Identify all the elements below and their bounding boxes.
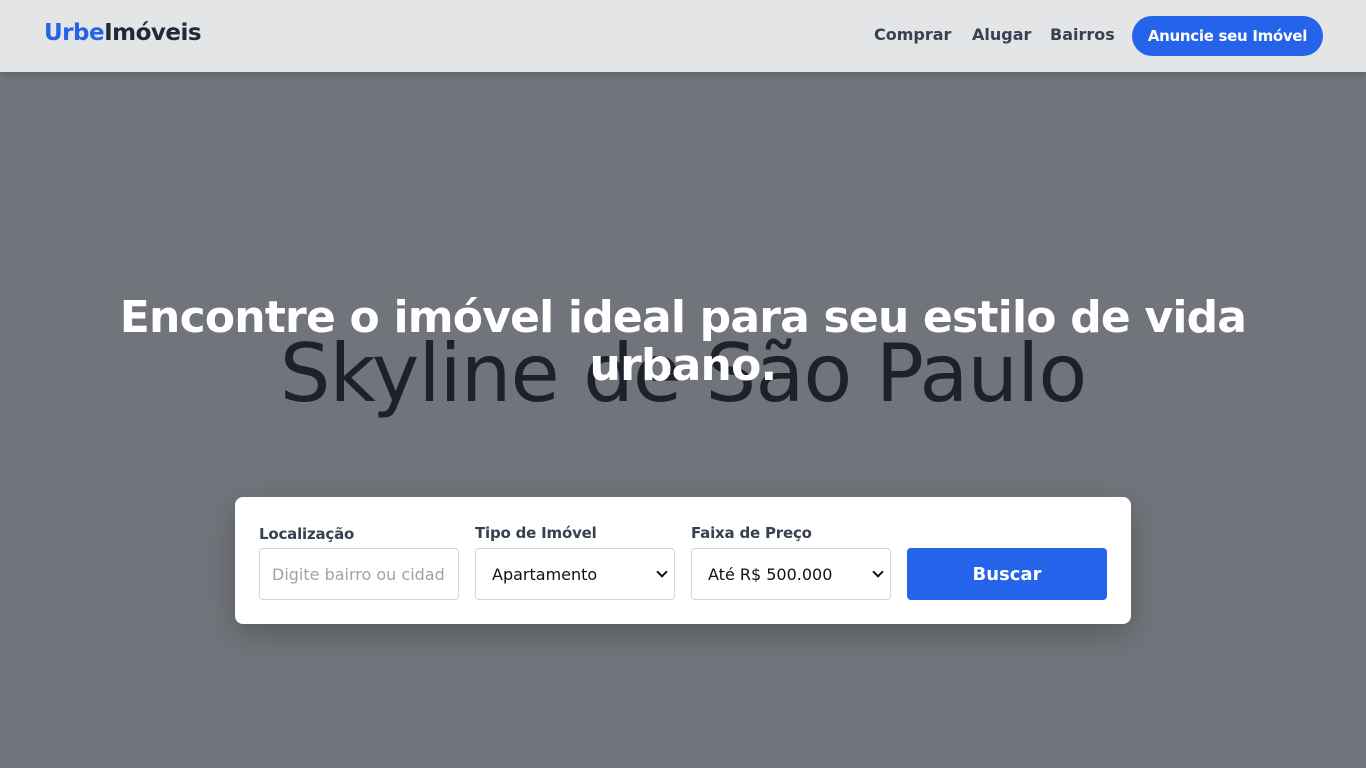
chevron-down-icon bbox=[872, 566, 884, 578]
hero-section: Skyline de São Paulo Encontre o imóvel i… bbox=[0, 72, 1366, 768]
chevron-down-icon bbox=[656, 566, 668, 578]
advertise-property-button[interactable]: Anuncie seu Imóvel bbox=[1132, 16, 1323, 56]
location-field-wrapper bbox=[259, 548, 459, 600]
hero-headline: Encontre o imóvel ideal para seu estilo … bbox=[119, 292, 1247, 391]
property-type-select[interactable]: Apartamento bbox=[475, 548, 675, 600]
nav-link-alugar[interactable]: Alugar bbox=[972, 25, 1031, 44]
location-label: Localização bbox=[259, 525, 355, 543]
price-range-selected-value: Até R$ 500.000 bbox=[708, 565, 833, 584]
top-navigation-bar: UrbeImóveis Comprar Alugar Bairros Anunc… bbox=[0, 0, 1366, 72]
location-input[interactable] bbox=[260, 549, 458, 599]
nav-link-comprar[interactable]: Comprar bbox=[874, 25, 951, 44]
property-search-card: Localização Tipo de Imóvel Apartamento F… bbox=[235, 497, 1131, 624]
property-type-label: Tipo de Imóvel bbox=[475, 524, 597, 542]
nav-link-bairros[interactable]: Bairros bbox=[1050, 25, 1115, 44]
price-range-select[interactable]: Até R$ 500.000 bbox=[691, 548, 891, 600]
price-range-label: Faixa de Preço bbox=[691, 524, 812, 542]
brand-logo[interactable]: UrbeImóveis bbox=[44, 20, 202, 46]
brand-logo-part-imoveis: Imóveis bbox=[104, 20, 202, 46]
search-button[interactable]: Buscar bbox=[907, 548, 1107, 600]
brand-logo-part-urbe: Urbe bbox=[44, 20, 105, 46]
property-type-selected-value: Apartamento bbox=[492, 565, 598, 584]
